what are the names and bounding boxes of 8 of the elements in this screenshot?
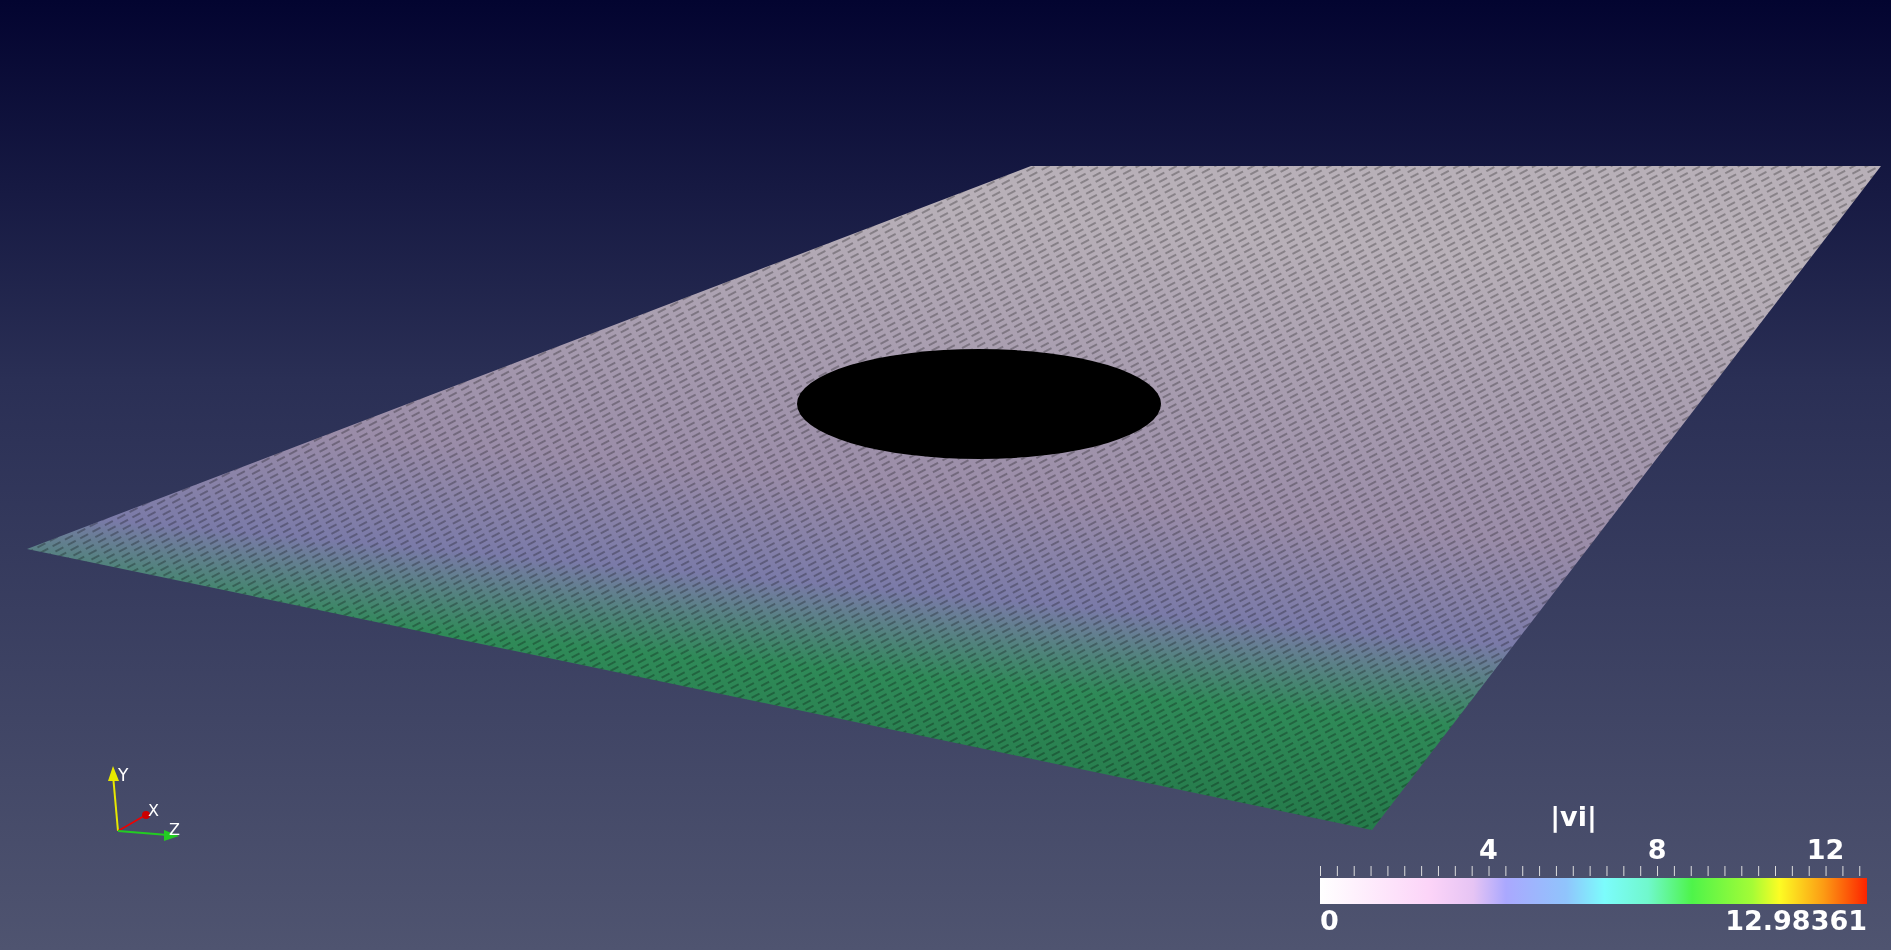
- orientation-axes-drawing: Y X Z: [108, 765, 180, 841]
- tick-label: 12: [1806, 834, 1845, 866]
- min-label: 0: [1320, 904, 1339, 938]
- tick-label: 8: [1647, 834, 1667, 866]
- legend-title: |vi|: [1550, 800, 1597, 834]
- max-label: 12.98361: [1725, 904, 1867, 938]
- tick-label: 4: [1479, 834, 1498, 866]
- render-view[interactable]: Y X Z |vi| 4 8 12 0 12.98361: [0, 0, 1891, 950]
